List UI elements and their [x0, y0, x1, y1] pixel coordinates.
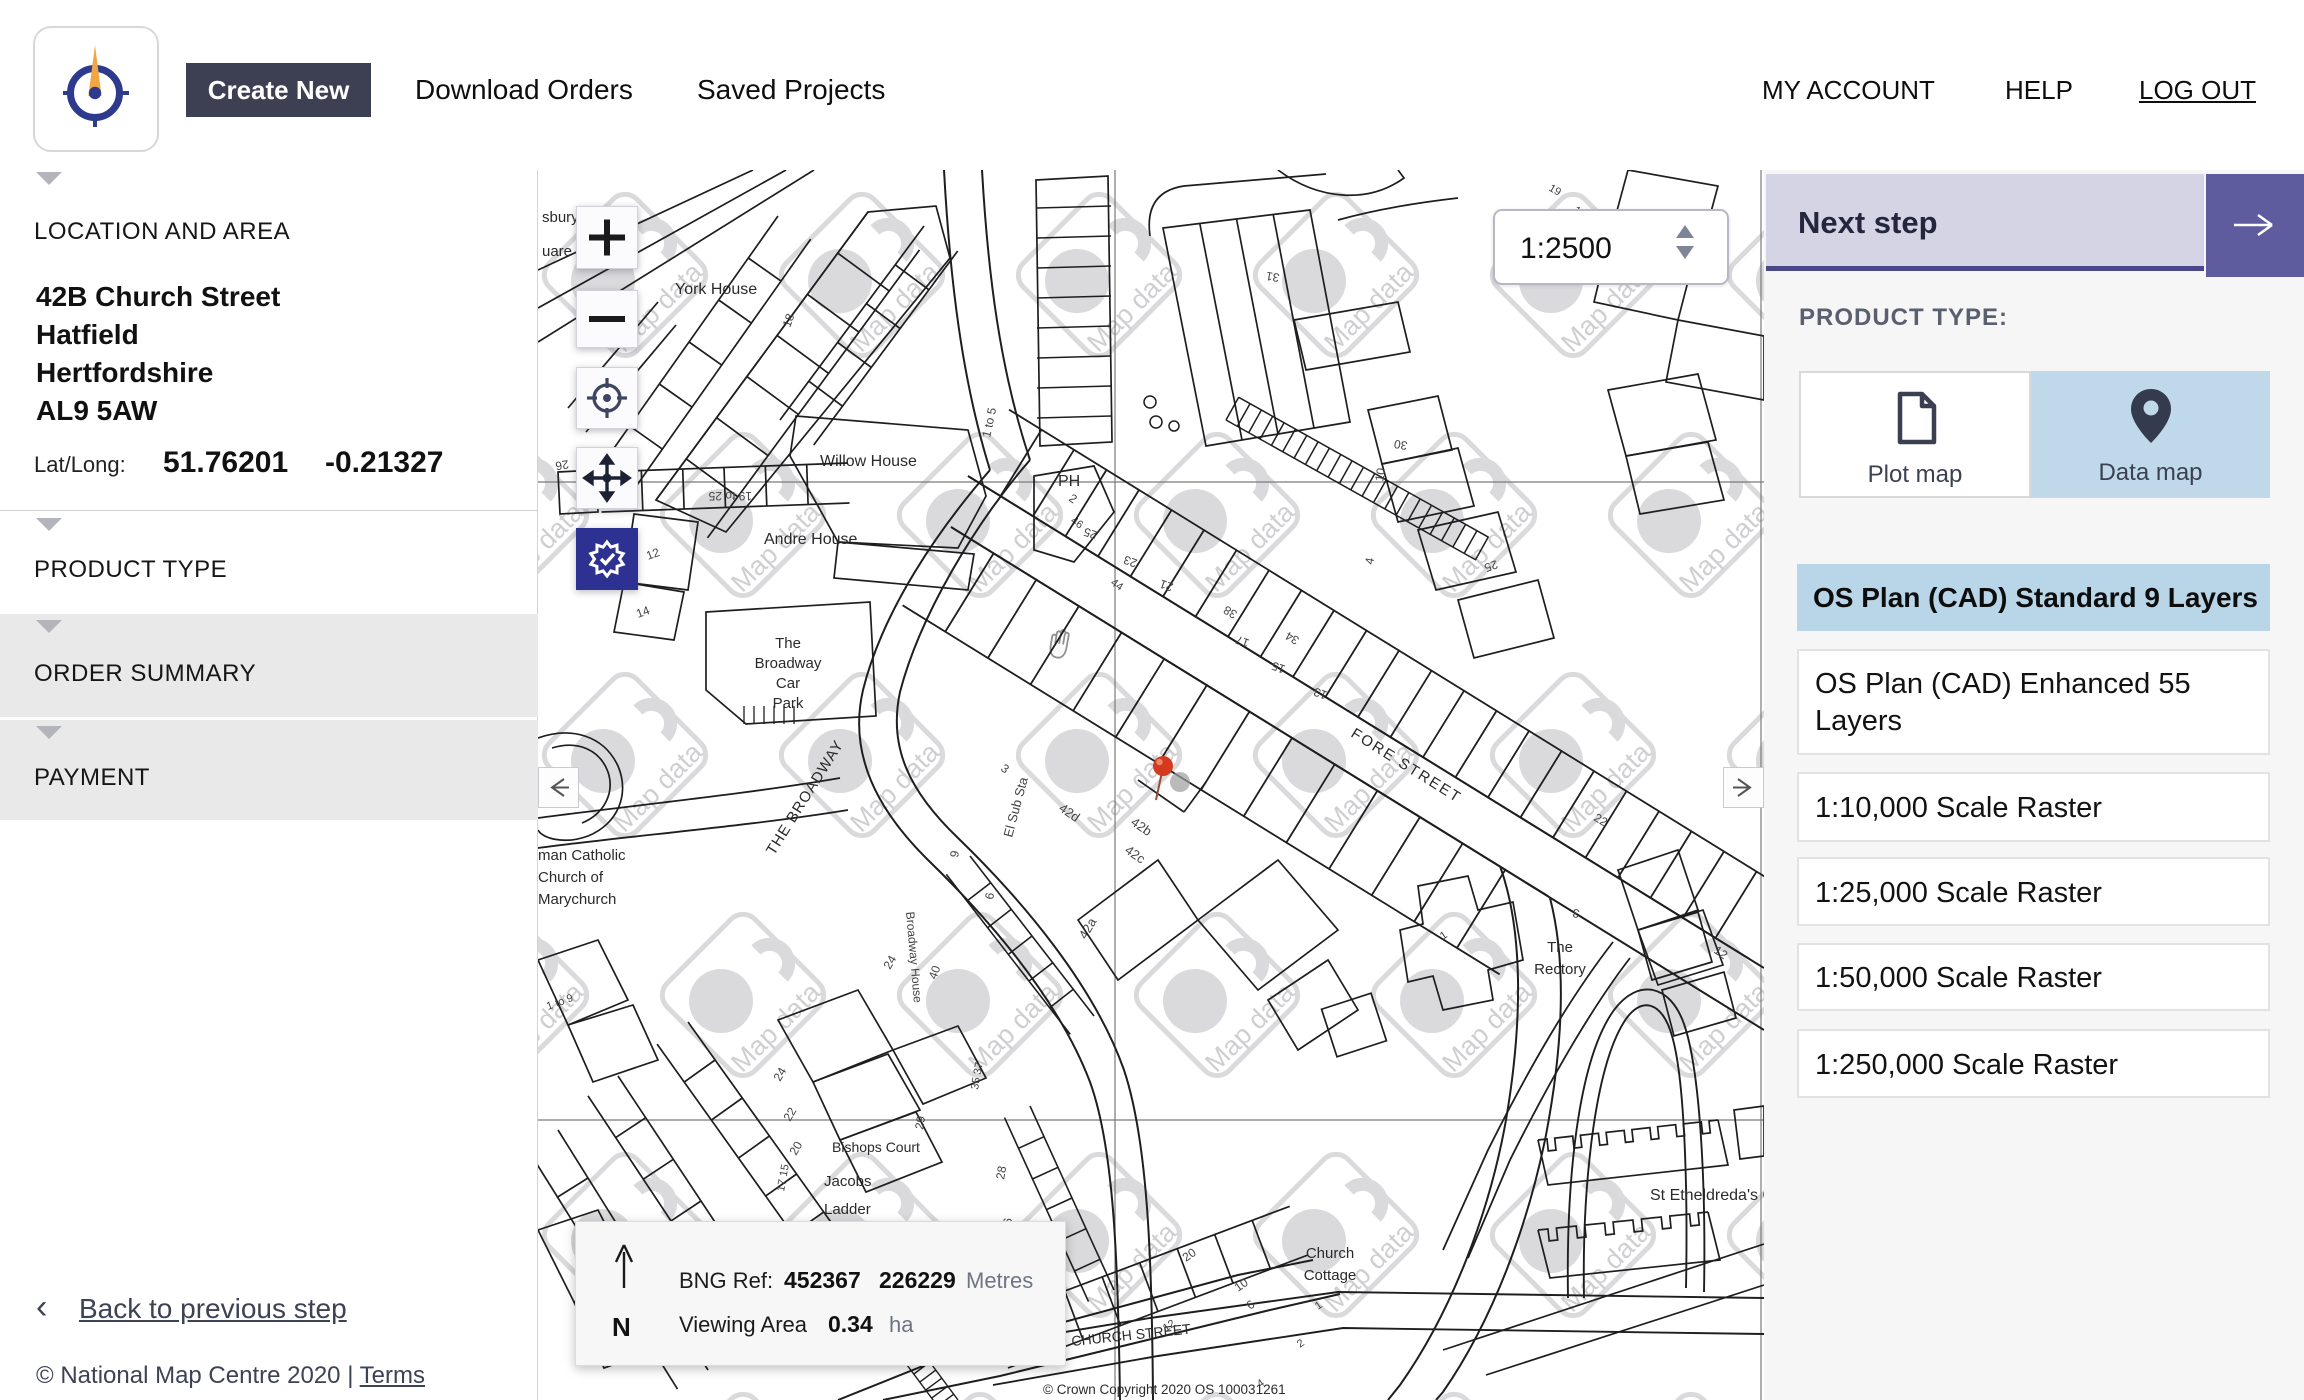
svg-text:El Sub Sta: El Sub Sta: [1000, 775, 1031, 839]
svg-text:42c: 42c: [1122, 842, 1148, 867]
svg-text:18: 18: [780, 311, 798, 329]
svg-text:44: 44: [1108, 577, 1125, 594]
svg-text:14: 14: [634, 603, 652, 621]
svg-text:34: 34: [1283, 629, 1302, 648]
svg-text:42b: 42b: [1128, 814, 1154, 839]
svg-text:17 15: 17 15: [775, 1163, 792, 1192]
svg-text:2: 2: [1066, 491, 1080, 506]
svg-text:26: 26: [554, 457, 570, 473]
svg-text:St Etheldreda's C: St Etheldreda's C: [1650, 1187, 1764, 1204]
svg-text:29: 29: [912, 1115, 928, 1131]
svg-text:Andre House: Andre House: [764, 531, 857, 548]
svg-text:The: The: [775, 635, 801, 652]
svg-text:Rectory: Rectory: [1534, 961, 1586, 978]
svg-text:31: 31: [1265, 269, 1281, 285]
svg-text:21: 21: [1157, 577, 1175, 595]
svg-text:The: The: [1547, 939, 1573, 956]
svg-text:38: 38: [1221, 603, 1240, 622]
svg-text:9: 9: [947, 849, 962, 858]
svg-text:Park: Park: [773, 695, 804, 712]
svg-text:Ladder: Ladder: [824, 1201, 871, 1218]
svg-text:6: 6: [1244, 1297, 1258, 1312]
svg-text:4: 4: [1362, 556, 1377, 565]
svg-text:25: 25: [1081, 525, 1099, 543]
svg-text:30: 30: [1393, 437, 1409, 453]
svg-text:19: 19: [1547, 182, 1564, 199]
svg-text:20: 20: [786, 1139, 805, 1158]
svg-text:York House: York House: [675, 281, 757, 298]
svg-text:15: 15: [1269, 659, 1287, 677]
svg-text:2: 2: [1295, 1337, 1307, 1350]
svg-text:Car: Car: [776, 675, 800, 692]
svg-text:10: 10: [1372, 467, 1388, 483]
svg-text:1: 1: [1438, 929, 1450, 942]
svg-text:12: 12: [644, 545, 662, 563]
svg-text:19 to 25: 19 to 25: [708, 489, 752, 503]
svg-text:24: 24: [880, 953, 899, 972]
svg-text:Bishops Court: Bishops Court: [832, 1139, 920, 1155]
svg-text:1 to 5: 1 to 5: [979, 406, 999, 439]
svg-text:Broadway: Broadway: [755, 655, 822, 672]
svg-text:Church: Church: [1306, 1245, 1354, 1262]
svg-text:uare: uare: [542, 243, 572, 260]
svg-text:28: 28: [993, 1165, 1009, 1181]
svg-text:3: 3: [998, 761, 1012, 776]
svg-text:6: 6: [982, 891, 997, 900]
svg-text:Broadway House: Broadway House: [903, 911, 925, 1004]
svg-text:24: 24: [770, 1065, 789, 1084]
svg-text:PH: PH: [1058, 473, 1080, 490]
svg-text:Cottage: Cottage: [1304, 1267, 1357, 1284]
svg-text:Church of: Church of: [538, 869, 604, 886]
svg-text:3: 3: [1571, 906, 1580, 921]
svg-text:THE BROADWAY: THE BROADWAY: [763, 737, 847, 858]
svg-text:man Catholic: man Catholic: [538, 847, 626, 864]
svg-text:Marychurch: Marychurch: [538, 891, 616, 908]
svg-text:Willow House: Willow House: [820, 453, 917, 470]
svg-text:Jacobs: Jacobs: [824, 1173, 872, 1190]
svg-text:© Crown Copyright 2020 OS 1000: © Crown Copyright 2020 OS 100031261: [1043, 1382, 1286, 1397]
svg-text:sbury: sbury: [542, 209, 579, 226]
svg-text:22: 22: [780, 1105, 799, 1124]
svg-text:17: 17: [1233, 633, 1251, 651]
